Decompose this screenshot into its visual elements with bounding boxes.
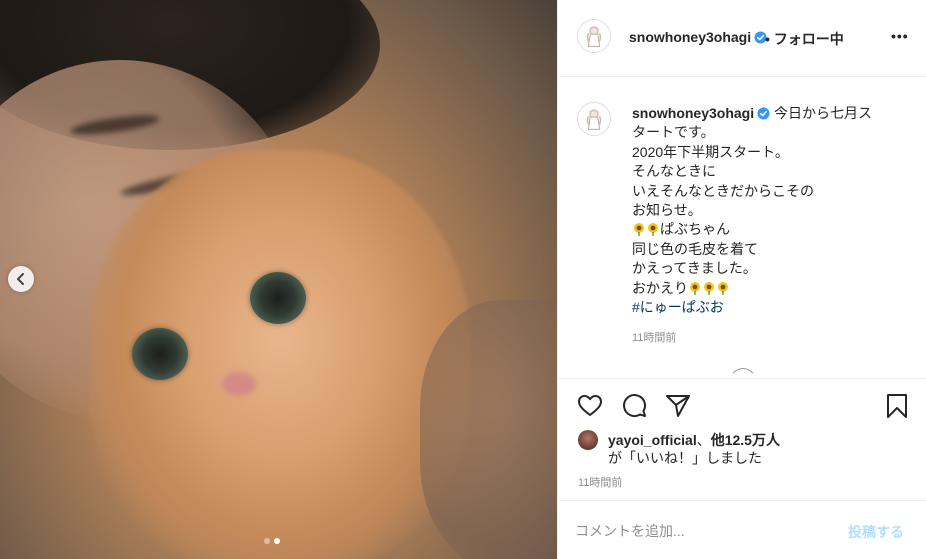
liker-username[interactable]: yayoi_official [608,432,697,448]
sunflower-icon [690,281,700,295]
action-bar [558,378,926,434]
photo-hand [420,300,557,559]
sunflower-icon [634,223,644,237]
avatar-illustration-icon [578,103,610,135]
caption-line: 2020年下半期スタート。 [632,143,789,160]
header-username-text[interactable]: snowhoney3ohagi [629,29,751,45]
sunflower-icon [648,223,658,237]
caption-line: かえってきました。 [632,260,757,277]
post-timestamp[interactable]: 11時間前 [578,474,622,490]
likes-line-1: yayoi_official、他12.5万人 [608,430,780,450]
follow-status[interactable]: • フォロー中 [765,29,844,49]
liker-avatar[interactable] [578,430,598,450]
caption-text: snowhoney3ohagi 今日から七月ス タートです。 2020年下半期ス… [632,104,902,317]
post-header: snowhoney3ohagi • フォロー中 ••• [558,0,926,77]
post-side-panel: snowhoney3ohagi • フォロー中 ••• snowhoney3oh… [557,0,926,559]
caption-line: タートです。 [632,124,715,141]
caption-line: お知らせ。 [632,202,702,219]
caption-line: 今日から七月ス [774,105,873,121]
slide-indicator [264,538,280,544]
caption-area: snowhoney3ohagi 今日から七月ス タートです。 2020年下半期ス… [558,78,926,378]
avatar[interactable] [577,19,611,53]
photo-kitten-eye [132,328,188,380]
photo-kitten-eye [250,272,306,324]
likes-line-2: が「いいね！」しました [608,450,762,466]
sunflower-icon [718,281,728,295]
caption-line: そんなときに [632,163,716,180]
comment-bar: 投稿する [558,500,926,559]
slide-dot [264,538,270,544]
previous-slide-button[interactable] [8,266,34,292]
more-options-button[interactable]: ••• [891,28,909,44]
likes-separator: 、 [696,432,711,448]
post-comment-button[interactable]: 投稿する [848,522,904,542]
chevron-left-icon [17,273,24,285]
photo-kitten-nose [222,372,256,396]
follow-status-label[interactable]: フォロー中 [774,31,844,47]
avatar[interactable] [577,102,611,136]
hashtag-link[interactable]: #にゅーぱぶお [632,299,724,315]
post-photo[interactable] [0,0,557,559]
separator-dot: • [765,31,770,47]
caption-line: 同じ色の毛皮を着て [632,240,758,257]
caption-timestamp: 11時間前 [632,332,677,344]
caption-line: いえそんなときだからこその [632,182,814,199]
comment-icon[interactable] [621,393,647,419]
heart-icon[interactable] [577,393,603,419]
caption-line: おかえり [632,279,688,296]
loading-spinner [730,368,756,374]
slide-dot-active [274,538,280,544]
header-username[interactable]: snowhoney3ohagi [629,29,767,45]
likes-others-count[interactable]: 他12.5万人 [711,432,780,448]
caption-line: ぱぶちゃん [660,221,731,238]
bookmark-icon[interactable] [884,393,910,419]
comment-input[interactable] [575,520,825,542]
avatar-illustration-icon [578,20,610,52]
caption-username[interactable]: snowhoney3ohagi [632,105,754,121]
sunflower-icon [704,281,714,295]
verified-badge-icon [757,107,770,120]
paper-plane-icon[interactable] [665,393,691,419]
